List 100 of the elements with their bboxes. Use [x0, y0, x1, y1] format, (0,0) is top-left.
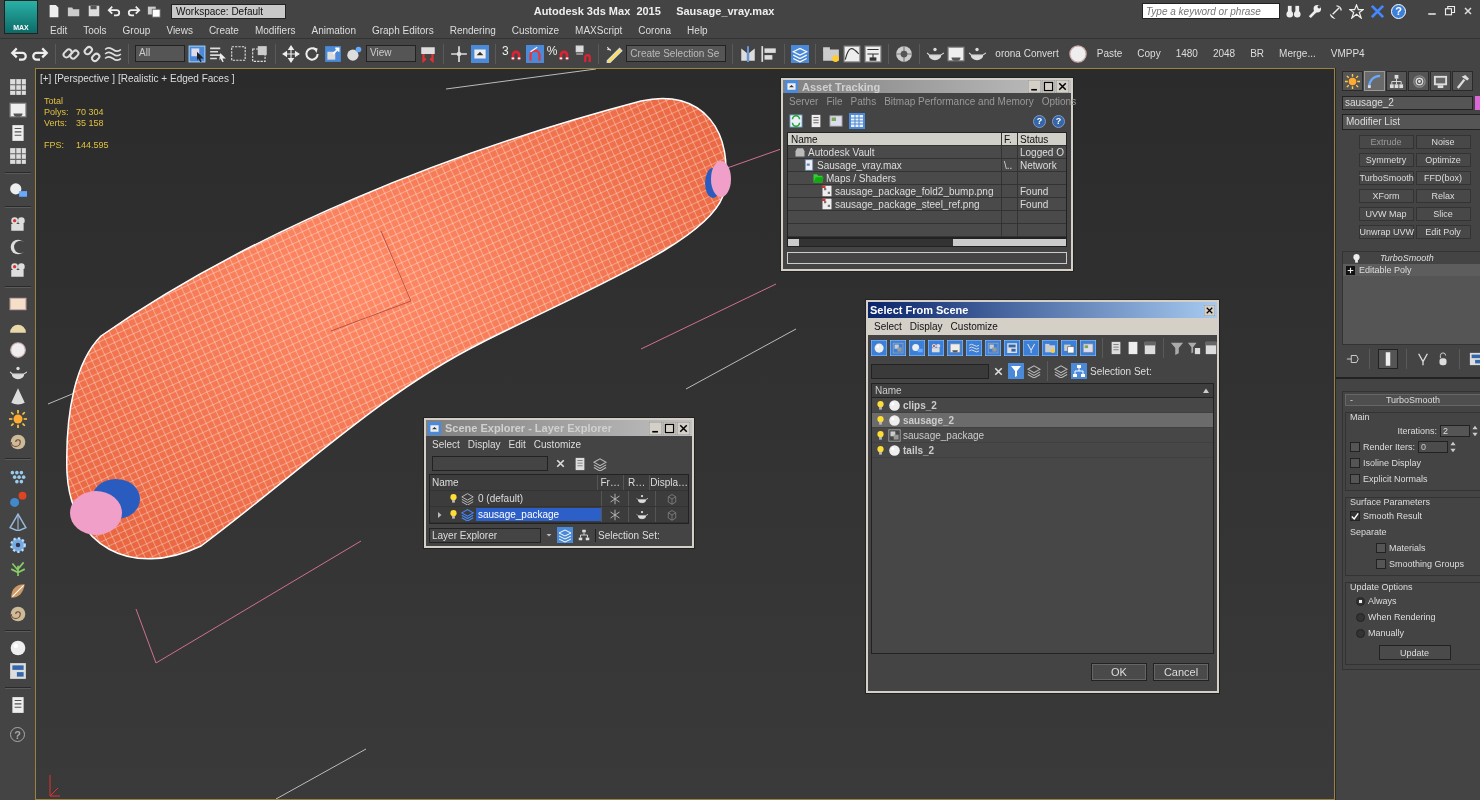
search-field[interactable]: Type a keyword or phrase [1142, 3, 1280, 19]
spiral-icon[interactable] [8, 605, 27, 623]
wave-icon[interactable] [104, 44, 122, 63]
help-button[interactable]: ? [1033, 114, 1046, 128]
viewport-menu-label[interactable]: [+] [40, 73, 52, 84]
menu-item[interactable]: Help [679, 24, 716, 36]
column-header[interactable]: Fr… [597, 475, 624, 490]
manipulate-icon[interactable] [471, 44, 489, 63]
save-icon[interactable] [87, 4, 101, 18]
close-icon[interactable] [677, 421, 690, 435]
display-tab[interactable] [1430, 71, 1451, 91]
expand-icon[interactable] [1346, 265, 1355, 275]
number-field[interactable]: 2 [1440, 425, 1470, 437]
menu-item[interactable]: Group [114, 24, 159, 36]
maximize-icon[interactable] [1042, 80, 1055, 93]
menu-item[interactable]: Display [905, 321, 947, 332]
page-icon[interactable] [1126, 341, 1140, 355]
filter-list-icon[interactable] [1187, 341, 1201, 355]
list-icon[interactable] [1109, 341, 1123, 355]
workspace-dropdown[interactable]: Workspace: Default [171, 3, 287, 19]
modifier-button[interactable]: Optimize [1415, 153, 1471, 167]
checkbox-label[interactable]: Materials [1389, 543, 1426, 553]
wrench-icon[interactable] [1307, 3, 1322, 19]
plane-icon[interactable] [8, 295, 27, 313]
tree-item[interactable]: Sausage_vray.max [817, 159, 902, 171]
plant-icon[interactable] [8, 559, 27, 577]
radio-button[interactable] [1356, 628, 1365, 638]
layer-name[interactable]: sausage_package [476, 508, 601, 521]
dropdown-arrow-icon[interactable] [545, 531, 553, 539]
menu-item[interactable]: Bitmap Performance and Memory [880, 96, 1038, 107]
layers-icon[interactable] [791, 44, 810, 63]
script-button[interactable]: 1480 [1169, 48, 1204, 59]
modifier-list-dropdown[interactable]: Modifier List [1342, 114, 1480, 130]
pyramid-icon[interactable] [8, 513, 27, 531]
script-button[interactable]: Paste [1090, 48, 1129, 59]
page-icon[interactable] [1143, 341, 1157, 355]
viewport-menu-label[interactable]: [Perspective ] [54, 73, 115, 84]
search-field[interactable] [871, 363, 989, 379]
modifier-button[interactable]: UVW Map [1358, 207, 1414, 221]
menu-item[interactable]: Tools [75, 24, 115, 36]
material-icon[interactable] [895, 44, 914, 63]
menu-item[interactable]: Paths [846, 96, 881, 107]
select-object-icon[interactable] [188, 44, 206, 63]
project-folder-icon[interactable] [147, 4, 161, 18]
column-header[interactable]: F. [1002, 133, 1018, 145]
binoculars-icon[interactable] [1286, 3, 1301, 19]
snap-toggle-button[interactable]: 3 [502, 46, 523, 61]
close-icon[interactable] [1462, 5, 1474, 17]
tree-item[interactable]: Maps / Shaders [826, 172, 897, 184]
menu-item[interactable]: Customize [946, 321, 1002, 332]
radio-button[interactable] [1356, 596, 1365, 606]
rotate-icon[interactable] [303, 44, 321, 63]
checkbox-label[interactable]: Smoothing Groups [1389, 559, 1465, 569]
checkbox[interactable] [1350, 458, 1360, 468]
panel-icon[interactable] [8, 662, 27, 680]
half-moon-icon[interactable] [8, 238, 27, 256]
show-result-icon[interactable] [1379, 350, 1397, 368]
group-icon[interactable] [985, 340, 1001, 356]
object-name-field[interactable]: sausage_2 [1342, 96, 1473, 110]
menu-item[interactable]: Corona [630, 24, 680, 36]
layer-name[interactable]: 0 (default) [476, 492, 601, 505]
angle-snap-icon[interactable] [525, 44, 544, 63]
filter-icon[interactable] [1008, 363, 1024, 379]
selection-set-dropdown[interactable]: Selection Set: [595, 528, 689, 542]
x-logo-icon[interactable] [1370, 3, 1385, 19]
restore-icon[interactable] [1444, 5, 1456, 17]
dropdown[interactable]: View [366, 45, 416, 62]
teapot-icon[interactable] [8, 364, 27, 382]
grid-panel-icon[interactable] [8, 147, 27, 165]
checkbox[interactable] [1350, 474, 1360, 484]
render-frame-icon[interactable] [947, 44, 966, 63]
redo-icon[interactable] [127, 4, 141, 18]
tree-item[interactable]: sausage_package_steel_ref.png [835, 198, 980, 210]
column-header[interactable]: R… [623, 475, 651, 490]
teapot-icon[interactable] [636, 508, 648, 521]
align-icon[interactable] [760, 44, 779, 63]
list-row[interactable]: sausage_package [872, 428, 1213, 443]
column-header[interactable]: Status [1018, 133, 1066, 145]
checkbox[interactable] [1350, 511, 1360, 521]
new-layer-icon[interactable] [573, 456, 587, 471]
modifier-button[interactable]: FFD(box) [1415, 171, 1471, 185]
satellite-dish-icon[interactable] [1328, 3, 1343, 19]
close-icon[interactable] [1056, 80, 1069, 93]
dropdown[interactable]: All [135, 45, 185, 62]
clear-icon[interactable] [554, 457, 567, 470]
refresh-icon[interactable] [789, 114, 803, 128]
menu-item[interactable]: Views [158, 24, 201, 36]
checkbox-label[interactable]: Smooth Result [1363, 511, 1423, 521]
menu-item[interactable]: Customize [503, 24, 568, 36]
script-button[interactable]: orona Convert [989, 48, 1065, 59]
create-tab[interactable] [1342, 71, 1363, 91]
horizontal-scrollbar[interactable] [787, 238, 1067, 248]
search-field[interactable] [432, 456, 548, 471]
container-icon[interactable] [1004, 340, 1020, 356]
selection-set-dropdown[interactable]: Selection Set: [1090, 365, 1214, 377]
list-icon[interactable] [809, 114, 823, 128]
freeze-icon[interactable] [609, 492, 621, 505]
modifier-button[interactable]: Unwrap UVW [1358, 225, 1414, 239]
new-file-icon[interactable] [47, 4, 61, 18]
teapot-icon[interactable] [636, 492, 648, 505]
